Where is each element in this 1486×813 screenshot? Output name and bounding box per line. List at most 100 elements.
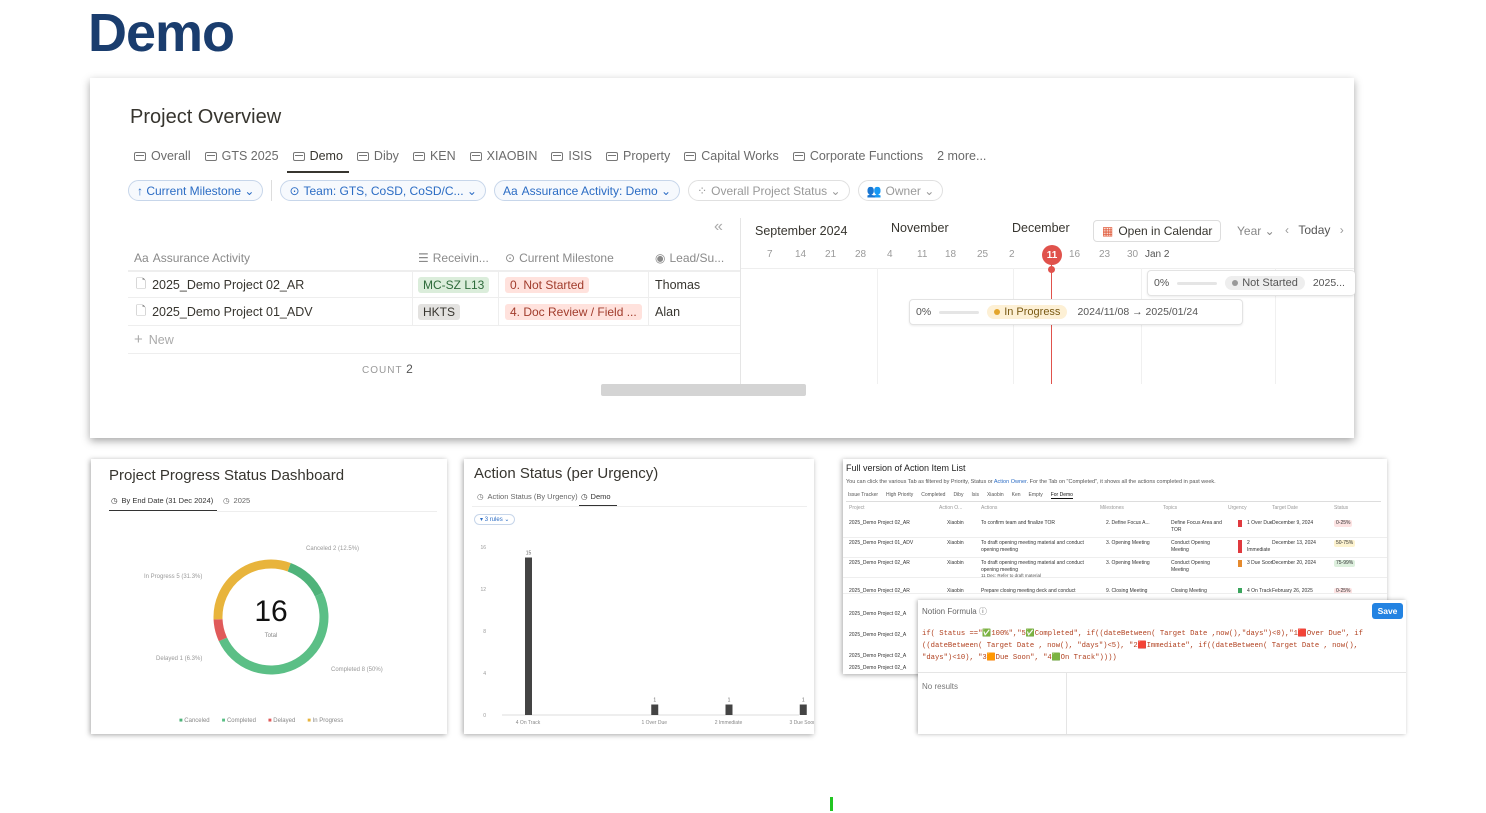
- y-tick-label: 16: [480, 545, 486, 551]
- tab-xiaobin[interactable]: XIAOBIN: [469, 144, 537, 168]
- tab-overall[interactable]: Overall: [134, 144, 191, 168]
- tab-isis[interactable]: ISIS: [551, 144, 592, 168]
- list-tab[interactable]: Empty: [1029, 492, 1043, 499]
- bar[interactable]: [651, 704, 659, 716]
- list-tab[interactable]: Completed: [921, 492, 945, 499]
- list-column-header[interactable]: Urgency: [1228, 505, 1247, 511]
- tab-capital-works[interactable]: Capital Works: [684, 144, 779, 168]
- list-column-header[interactable]: Action O...: [939, 505, 962, 511]
- list-tab[interactable]: Xiaobin: [987, 492, 1004, 499]
- tab-demo[interactable]: Demo: [286, 144, 350, 173]
- list-row[interactable]: 2025_Demo Project 01_ADV Xiaobin To draft …: [843, 538, 1387, 558]
- list-column-header[interactable]: Topics: [1163, 505, 1177, 511]
- collapse-icon[interactable]: «: [714, 218, 723, 236]
- timeline-bar[interactable]: 0% Not Started 2025...: [1147, 270, 1355, 296]
- chevron-right-icon[interactable]: ›: [1340, 223, 1344, 237]
- range-select[interactable]: Year ⌄: [1237, 224, 1275, 238]
- count-footer: COUNT 2: [362, 362, 414, 376]
- tab-diby[interactable]: Diby: [356, 144, 399, 168]
- donut-slice[interactable]: [213, 618, 228, 642]
- donut-slice[interactable]: [287, 562, 324, 597]
- chevron-left-icon[interactable]: ‹: [1285, 223, 1289, 237]
- list-tab[interactable]: Ken: [1012, 492, 1021, 499]
- donut-total-label: Total: [264, 633, 278, 639]
- y-tick-label: 4: [483, 671, 486, 677]
- donut-total: 16: [254, 595, 288, 628]
- filter-owner[interactable]: 👥 Owner ⌄: [857, 180, 944, 201]
- sort-current-milestone[interactable]: ↑ Current Milestone ⌄: [128, 180, 264, 201]
- bar[interactable]: [799, 704, 807, 716]
- filter-team[interactable]: ⊙ Team: GTS, CoSD, CoSD/C... ⌄: [280, 180, 486, 201]
- list-cell-date: December 9, 2024: [1272, 520, 1314, 526]
- legend-item: ■ Canceled: [179, 718, 210, 724]
- today-button[interactable]: Today: [1298, 223, 1330, 237]
- horizontal-scrollbar[interactable]: [601, 384, 806, 396]
- list-tab[interactable]: Issue Tracker: [848, 492, 878, 499]
- formula-editor-popup: Notion Formula ⓘ Save if( Status =="✅100…: [918, 600, 1406, 734]
- list-column-header[interactable]: Actions: [981, 505, 997, 511]
- list-cell-owner: Xiaobin: [947, 520, 964, 526]
- column-header-lead[interactable]: ◉ Lead/Su...: [655, 244, 740, 272]
- list-row[interactable]: 2025_Demo Project 02_A: [849, 611, 906, 617]
- month-divider: [1013, 268, 1014, 384]
- status-icon: ⊙: [505, 251, 516, 265]
- bar[interactable]: [525, 557, 532, 716]
- view-tabs: Overall GTS 2025 Demo Diby KEN XIAOBIN I…: [134, 144, 1000, 173]
- milestone-tag: 4. Doc Review / Field ...: [505, 304, 642, 320]
- list-cell-action: Prepare closing meeting deck and conduct: [981, 588, 1076, 594]
- column-header-receiving[interactable]: ☰ Receivin...: [418, 244, 498, 272]
- tab-ken[interactable]: KEN: [412, 144, 456, 168]
- open-in-calendar-button[interactable]: ▦ Open in Calendar: [1093, 220, 1222, 242]
- list-tab[interactable]: Isis: [971, 492, 979, 499]
- filter-overall-status[interactable]: ⁘ Overall Project Status ⌄: [688, 180, 850, 201]
- list-cell-urgency: 1 Over Due: [1238, 520, 1274, 527]
- list-row[interactable]: 2025_Demo Project 02_A: [849, 632, 906, 638]
- save-button[interactable]: Save: [1372, 603, 1403, 619]
- list-column-header[interactable]: Project: [849, 505, 865, 511]
- timeline-month: September 2024: [755, 224, 848, 238]
- list-column-header[interactable]: Status: [1334, 505, 1348, 511]
- bar[interactable]: [725, 704, 733, 716]
- bar-date: 2025...: [1312, 277, 1345, 289]
- today-dot: [1048, 266, 1055, 273]
- tab-more[interactable]: 2 more...: [937, 144, 986, 168]
- table-icon: [204, 151, 217, 161]
- list-tab[interactable]: Diby: [953, 492, 963, 499]
- tab-property[interactable]: Property: [605, 144, 670, 168]
- list-row[interactable]: 2025_Demo Project 02_AR Xiaobin To confirm…: [843, 518, 1387, 538]
- action-status-panel: Action Status (per Urgency) ◷ Action Stat…: [464, 459, 814, 734]
- table-icon: [134, 151, 146, 161]
- formula-input[interactable]: if( Status =="✅100%","5✅Completed", if((…: [922, 628, 1404, 668]
- list-cell-urgency: 2 Immediate: [1238, 540, 1274, 553]
- list-row[interactable]: 2025_Demo Project 02_A: [849, 653, 906, 659]
- list-tab[interactable]: For Demo: [1050, 492, 1073, 499]
- list-row[interactable]: 2025_Demo Project 02_AR Xiaobin To draft o…: [843, 558, 1387, 578]
- list-column-header[interactable]: Target Date: [1272, 505, 1298, 511]
- help-icon[interactable]: ⓘ: [979, 607, 987, 616]
- list-cell-date: December 13, 2024: [1272, 540, 1316, 546]
- row-name[interactable]: 2025_Demo Project 02_AR: [152, 278, 304, 292]
- tab-gts-2025[interactable]: GTS 2025: [204, 144, 279, 168]
- y-tick-label: 8: [483, 629, 486, 635]
- receiving-tag: MC-SZ L13: [418, 277, 490, 293]
- timeline-day: 14: [795, 249, 807, 260]
- tab-corporate-functions[interactable]: Corporate Functions: [792, 144, 923, 168]
- list-tab[interactable]: High Priority: [886, 492, 913, 499]
- person-icon: ◉: [655, 251, 666, 265]
- column-header-milestone[interactable]: ⊙ Current Milestone: [505, 244, 645, 272]
- list-cell-action: To confirm team and finalize TOR: [981, 520, 1056, 526]
- list-row[interactable]: 2025_Demo Project 02_AR Xiaobin Prepare cl…: [843, 586, 1387, 594]
- status-badge: In Progress: [987, 305, 1068, 319]
- filter-assurance-activity[interactable]: Aa Assurance Activity: Demo ⌄: [493, 180, 681, 201]
- list-cell-milestone: 2. Define Focus A...: [1106, 520, 1150, 526]
- row-name[interactable]: 2025_Demo Project 01_ADV: [152, 305, 313, 319]
- slice-label: Delayed 1 (6.3%): [156, 656, 203, 662]
- list-column-header[interactable]: Milestones: [1100, 505, 1124, 511]
- list-icon: ☰: [418, 251, 429, 265]
- column-header-activity[interactable]: Aa Assurance Activity: [134, 244, 404, 272]
- legend-item: ■ Delayed: [267, 718, 296, 724]
- new-row-button[interactable]: + New: [128, 326, 740, 354]
- timeline-icon: [292, 151, 305, 161]
- timeline-bar[interactable]: 0% In Progress 2024/11/08 → 2025/01/24: [909, 299, 1243, 325]
- list-row[interactable]: 2025_Demo Project 02_A: [849, 665, 906, 671]
